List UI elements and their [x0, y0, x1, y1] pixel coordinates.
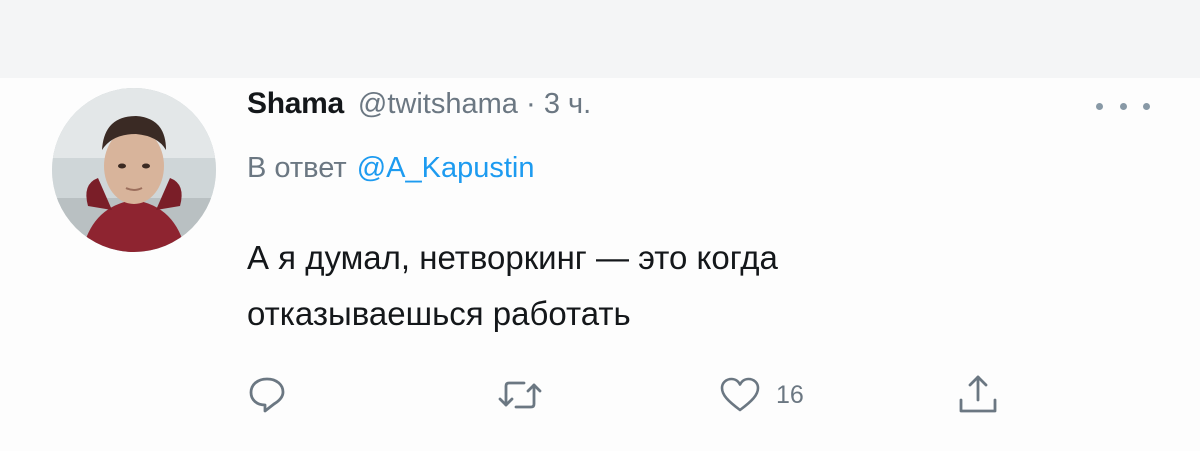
tweet-text-line: А я думал, нетворкинг — это когда	[247, 239, 778, 276]
reply-button[interactable]	[246, 372, 288, 418]
more-options-icon[interactable]	[1096, 94, 1150, 118]
tweet-header: Shama @twitshama · 3 ч.	[247, 87, 591, 127]
share-icon	[956, 373, 1000, 417]
tweet-text: А я думал, нетворкинг — это когда отказы…	[247, 230, 1067, 342]
separator-dot: ·	[525, 87, 536, 120]
display-name[interactable]: Shama	[247, 87, 344, 121]
share-button[interactable]	[956, 372, 1000, 418]
more-dot	[1096, 102, 1103, 110]
tweet-text-line: отказываешься работать	[247, 295, 631, 332]
user-handle[interactable]: @twitshama	[358, 88, 518, 121]
heart-icon	[718, 374, 762, 416]
top-background	[0, 0, 1200, 78]
more-dot	[1143, 102, 1150, 110]
timestamp[interactable]: 3 ч.	[544, 88, 591, 121]
retweet-button[interactable]	[498, 372, 542, 418]
reply-prefix: В ответ	[247, 152, 347, 184]
reply-icon	[246, 374, 288, 416]
like-button[interactable]: 16	[718, 372, 804, 418]
reply-to-handle[interactable]: @A_Kapustin	[357, 152, 535, 184]
reply-context: В ответ @A_Kapustin	[247, 152, 534, 192]
action-bar: 16	[0, 372, 1200, 422]
like-count: 16	[776, 380, 804, 409]
more-dot	[1119, 102, 1127, 110]
avatar-photo	[52, 88, 216, 252]
retweet-icon	[498, 374, 542, 416]
avatar[interactable]	[52, 88, 216, 252]
